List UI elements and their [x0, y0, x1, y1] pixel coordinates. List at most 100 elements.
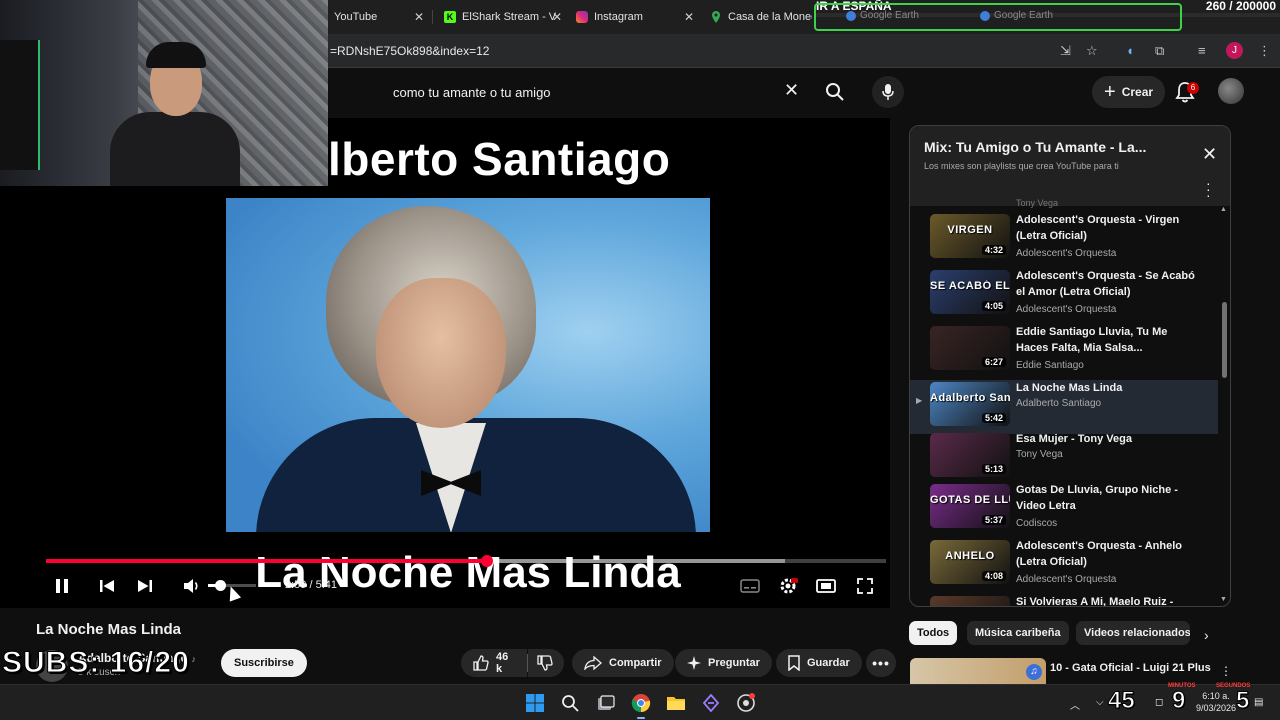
volume-tray-icon[interactable]: ◻ [1155, 697, 1163, 708]
more-actions-button[interactable]: ••• [866, 649, 896, 677]
kebab-menu-icon[interactable]: ⋮ [1258, 43, 1271, 59]
playlist-item[interactable]: SE ACABÓ EL AMOR 4:05 Adolescent's Orquest… [910, 268, 1218, 322]
chrome-icon[interactable] [631, 693, 651, 713]
dislike-button[interactable] [528, 649, 564, 677]
playlist-item-title: Gotas De Lluvia, Grupo Niche - Video Let… [1016, 484, 1178, 512]
voice-search-button[interactable] [872, 76, 904, 108]
tab-google-earth[interactable]: Google Earth [980, 10, 1053, 21]
tab-google-earth[interactable]: Google Earth [846, 10, 919, 21]
reading-list-icon[interactable]: ≡ [1198, 43, 1206, 58]
create-button[interactable]: + Crear [1092, 76, 1166, 108]
tab-label: Google Earth [860, 10, 919, 21]
task-view-icon[interactable] [596, 693, 616, 713]
taskbar-search-icon[interactable] [560, 693, 580, 713]
close-tab-icon[interactable]: ✕ [552, 10, 562, 24]
subscribe-button[interactable]: Suscribirse [221, 649, 307, 677]
playlist-scrollbar[interactable]: ▲ ▼ [1218, 206, 1230, 604]
more-vertical-icon[interactable]: ⋮ [1220, 664, 1232, 678]
globe-icon [846, 10, 856, 21]
app-recording-icon[interactable] [736, 693, 756, 713]
scrollbar-thumb[interactable] [1222, 302, 1227, 378]
chip-musica-caribena[interactable]: Música caribeña [967, 621, 1069, 645]
playlist-item[interactable]: ANHELO 4:08 Adolescent's Orquesta - Anhelo… [910, 538, 1218, 592]
music-note-icon: ♫ [1026, 664, 1042, 680]
search-button[interactable] [820, 78, 850, 106]
playlist-item[interactable]: Si Volvieras A Mi, Maelo Ruiz - [910, 594, 1218, 606]
duration-badge: 5:13 [981, 464, 1006, 474]
close-tab-icon[interactable]: ✕ [684, 10, 694, 24]
globe-icon [980, 10, 990, 21]
windows-start-icon[interactable] [525, 693, 545, 713]
url-text[interactable]: =RDNshE75Ok898&index=12 [330, 44, 489, 58]
scroll-up-icon[interactable]: ▲ [1220, 206, 1227, 213]
playlist-item[interactable]: GOTAS DE LLUVIA 5:37 Gotas De Lluvia, Grup… [910, 482, 1218, 536]
gear-icon [780, 578, 798, 594]
account-avatar[interactable] [1218, 78, 1244, 104]
close-playlist-icon[interactable]: ✕ [1202, 144, 1217, 165]
next-button[interactable] [134, 576, 156, 596]
chip-todos[interactable]: Todos [909, 621, 958, 645]
duration-badge: 6:27 [981, 357, 1006, 367]
playlist-item-thumbnail: Adalberto Santiago 5:42 [930, 382, 1010, 426]
install-app-icon[interactable]: ⇲ [1060, 43, 1071, 59]
search-input[interactable]: como tu amante o tu amigo [380, 75, 816, 109]
pause-button[interactable] [51, 576, 73, 596]
notification-center-icon[interactable]: ▤ [1254, 697, 1263, 708]
share-button[interactable]: Compartir [572, 649, 674, 677]
scroll-down-icon[interactable]: ▼ [1220, 596, 1227, 603]
playlist-item-title: Eddie Santiago Lluvia, Tu Me Haces Falta… [1016, 326, 1168, 354]
fullscreen-button[interactable] [854, 576, 876, 596]
tab-instagram[interactable]: Instagram ✕ [570, 4, 698, 30]
playlist-menu-icon[interactable]: · · · [1206, 176, 1211, 202]
like-count: 46 k [496, 651, 509, 675]
playlist-item[interactable]: 5:13 Esa Mujer - Tony Vega Tony Vega [910, 431, 1218, 485]
duration-badge: 5:37 [981, 515, 1006, 525]
microphone-icon [882, 84, 894, 100]
search-icon [826, 83, 844, 101]
system-clock[interactable]: 6:10 a. 9/03/2026 [1196, 690, 1236, 714]
network-icon[interactable]: ⌵ [1096, 697, 1104, 708]
clear-search-icon[interactable]: ✕ [784, 80, 799, 101]
webcam-person-body [110, 112, 240, 186]
video-title: La Noche Mas Linda [36, 621, 182, 638]
volume-icon [184, 579, 198, 593]
recommended-video[interactable]: ♫ 10 - Gata Oficial - Luigi 21 Plus ⋮ [910, 658, 1240, 684]
share-label: Compartir [609, 657, 662, 669]
progress-bar[interactable] [46, 555, 886, 567]
bookmark-star-icon[interactable]: ☆ [1086, 43, 1098, 59]
progress-scrubber[interactable] [481, 555, 493, 567]
playlist-item[interactable]: 6:27 Eddie Santiago Lluvia, Tu Me Haces F… [910, 324, 1218, 378]
playlist-item-current[interactable]: ▶ Adalberto Santiago 5:42 La Noche Mas Lind… [910, 380, 1218, 434]
tab-elshark-stream[interactable]: K ElShark Stream - V ✕ [438, 4, 566, 30]
close-tab-icon[interactable]: ✕ [414, 10, 424, 24]
subtitles-button[interactable] [739, 576, 761, 596]
tab-label: ElShark Stream - V [462, 11, 557, 23]
tab-youtube[interactable]: YouTube ✕ [328, 4, 428, 30]
chip-videos-relacionados[interactable]: Videos relacionados [1076, 621, 1190, 645]
playlist-item[interactable]: VIRGEN 4:32 Adolescent's Orquesta - Virgen… [910, 212, 1218, 266]
theater-mode-button[interactable] [815, 576, 837, 596]
show-hidden-icons[interactable]: ︿ [1070, 697, 1080, 712]
file-explorer-icon[interactable] [666, 693, 686, 713]
like-button[interactable]: 46 k [461, 649, 527, 677]
thumbs-up-icon [473, 655, 489, 671]
settings-button[interactable] [777, 576, 799, 596]
chevron-right-icon[interactable]: › [1204, 627, 1209, 643]
thumbnail-text: GOTAS DE LLUVIA [930, 494, 1010, 506]
duration-badge: 5:42 [981, 413, 1006, 423]
app-diamond-icon[interactable] [701, 693, 721, 713]
previous-button[interactable] [96, 576, 118, 596]
search-query: como tu amante o tu amigo [393, 84, 551, 100]
stream-timer-minutes: 9 [1171, 687, 1186, 715]
extensions-icon[interactable]: ⧉ [1155, 43, 1164, 59]
save-button[interactable]: Guardar [776, 649, 862, 677]
ask-button[interactable]: Preguntar [675, 649, 772, 677]
playlist-item-title: Adolescent's Orquesta - Anhelo (Letra Of… [1016, 540, 1183, 568]
webcam-pc-case [0, 40, 40, 170]
profile-avatar[interactable]: J [1226, 42, 1243, 59]
mute-button[interactable] [181, 576, 203, 596]
extension-audio-icon[interactable]: ◖ [1126, 43, 1134, 58]
timer-minutes-label: MINUTOS [1168, 683, 1196, 689]
playlist-title[interactable]: Mix: Tu Amigo o Tu Amante - La... [924, 139, 1146, 155]
tab-casa-moneda[interactable]: Casa de la Moned [704, 4, 812, 30]
